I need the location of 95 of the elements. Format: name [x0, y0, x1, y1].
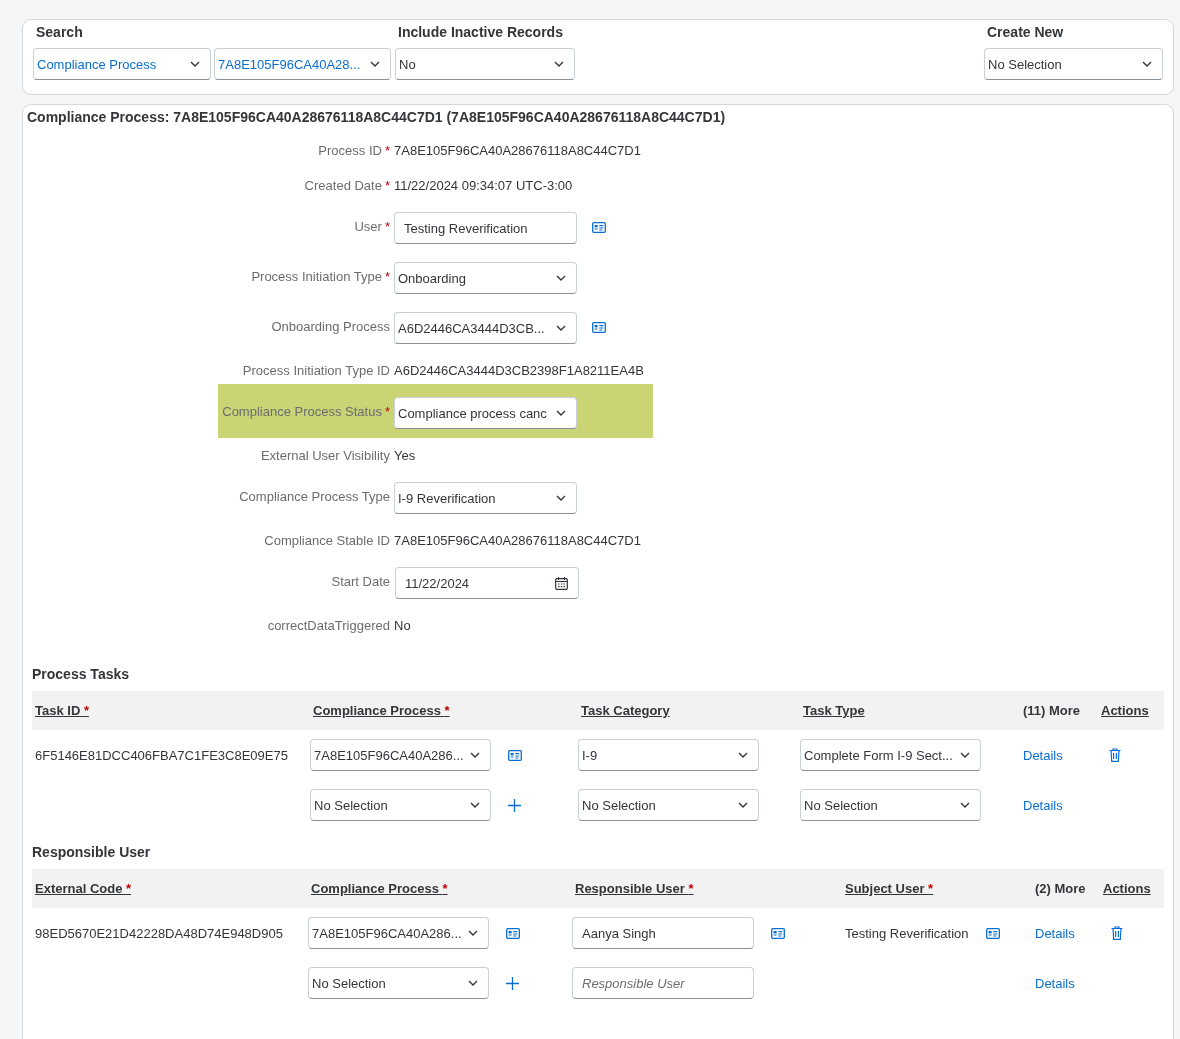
column-header[interactable]: Task ID * — [35, 703, 89, 718]
required-mark: * — [384, 178, 390, 193]
id-card-icon[interactable] — [508, 749, 522, 761]
trash-icon[interactable] — [1109, 748, 1121, 762]
table-cell: 98ED5670E21D42228DA48D74E948D905 — [35, 925, 283, 941]
chevron-down-icon — [554, 61, 564, 67]
plus-icon[interactable] — [508, 798, 521, 812]
field-value: A6D2446CA3444D3CB2398F1A8211EA4B — [394, 363, 644, 378]
text-field[interactable]: Aanya Singh — [572, 917, 754, 949]
chevron-down-icon — [468, 930, 478, 936]
chevron-down-icon — [468, 980, 478, 986]
chevron-down-icon — [470, 802, 480, 808]
section-title: Responsible User — [32, 844, 152, 860]
dropdown[interactable]: Compliance process canc — [394, 397, 577, 429]
dropdown[interactable]: I-9 Reverification — [394, 482, 577, 514]
column-header[interactable]: Responsible User * — [575, 881, 694, 896]
field-value: 7A8E105F96CA40A28676118A8C44C7D1 — [394, 533, 641, 548]
field-value: Yes — [394, 448, 416, 463]
id-card-icon[interactable] — [985, 927, 1000, 939]
field-label: Process ID — [318, 143, 382, 158]
dropdown[interactable]: No Selection — [800, 789, 981, 821]
calendar-icon[interactable] — [555, 576, 568, 590]
search-label: Search — [35, 24, 84, 41]
details-link[interactable]: Details — [1035, 925, 1075, 941]
chevron-down-icon — [960, 802, 970, 808]
details-link[interactable]: Details — [1023, 797, 1063, 813]
chevron-down-icon — [370, 61, 380, 67]
include-inactive-label: Include Inactive Records — [397, 24, 564, 41]
column-header[interactable]: Subject User * — [845, 881, 934, 896]
column-header[interactable]: Task Category — [581, 703, 670, 718]
id-card-icon[interactable] — [771, 927, 785, 939]
field-label: Compliance Stable ID — [264, 533, 390, 548]
field-label: Start Date — [331, 574, 390, 589]
chevron-down-icon — [738, 802, 748, 808]
field-value: 11/22/2024 09:34:07 UTC-3:00 — [394, 178, 573, 193]
details-link[interactable]: Details — [1035, 975, 1075, 991]
chevron-down-icon — [1142, 61, 1152, 67]
dropdown[interactable]: No — [395, 48, 575, 80]
create-new-label: Create New — [986, 24, 1065, 41]
dropdown[interactable]: I-9 — [578, 739, 759, 771]
chevron-down-icon — [960, 752, 970, 758]
field-label: External User Visibility — [260, 448, 390, 463]
column-header: (11) More — [1023, 703, 1081, 718]
chevron-down-icon — [556, 275, 566, 281]
dropdown[interactable]: 7A8E105F96CA40A286... — [308, 917, 489, 949]
plus-icon[interactable] — [506, 976, 519, 990]
required-mark: * — [384, 219, 390, 234]
section-title: Process Tasks — [32, 666, 131, 682]
field-label: Compliance Process Type — [239, 489, 390, 504]
column-header[interactable]: Actions — [1103, 881, 1151, 896]
text-field[interactable]: Responsible User — [572, 967, 754, 999]
field-label: Process Initiation Type ID — [242, 363, 390, 378]
dropdown[interactable]: A6D2446CA3444D3CB... — [394, 312, 577, 344]
dropdown[interactable]: No Selection — [310, 789, 491, 821]
column-header: (2) More — [1035, 881, 1086, 896]
id-card-icon[interactable] — [592, 322, 606, 333]
required-mark: * — [384, 269, 390, 284]
field-value: No — [394, 618, 411, 633]
details-link[interactable]: Details — [1023, 747, 1063, 763]
chevron-down-icon — [556, 410, 566, 416]
required-mark: * — [384, 404, 390, 419]
dropdown[interactable]: No Selection — [984, 48, 1163, 80]
text-field[interactable]: Testing Reverification — [394, 212, 577, 244]
dropdown[interactable]: 7A8E105F96CA40A286... — [310, 739, 491, 771]
field-label: Created Date — [304, 178, 382, 193]
column-header[interactable]: Task Type — [803, 703, 865, 718]
id-card-icon[interactable] — [592, 222, 606, 233]
trash-icon[interactable] — [1111, 926, 1123, 940]
chevron-down-icon — [556, 325, 566, 331]
dropdown[interactable]: Onboarding — [394, 262, 577, 294]
column-header[interactable]: Compliance Process * — [311, 881, 448, 896]
dropdown[interactable]: Complete Form I-9 Sect... — [800, 739, 981, 771]
field-label: Onboarding Process — [271, 319, 390, 334]
chevron-down-icon — [190, 61, 200, 67]
column-header[interactable]: External Code * — [35, 881, 132, 896]
field-label: Compliance Process Status — [222, 404, 382, 419]
field-value: 7A8E105F96CA40A28676118A8C44C7D1 — [394, 143, 641, 158]
chevron-down-icon — [556, 495, 566, 501]
table-cell: Testing Reverification — [845, 925, 969, 941]
chevron-down-icon — [738, 752, 748, 758]
date-field[interactable]: 11/22/2024 — [395, 567, 579, 599]
field-label: Process Initiation Type — [251, 269, 382, 284]
dropdown[interactable]: No Selection — [308, 967, 489, 999]
dropdown[interactable]: 7A8E105F96CA40A28... — [214, 48, 391, 80]
record-title: Compliance Process: 7A8E105F96CA40A28676118A8C44C7D1 (7A8E105F96CA40A28676118A8C44C7D1) — [27, 109, 727, 125]
id-card-icon[interactable] — [506, 927, 520, 939]
table-cell: 6F5146E81DCC406FBA7C1FE3C8E09E75 — [35, 747, 288, 763]
field-label: correctDataTriggered — [267, 618, 390, 633]
column-header[interactable]: Actions — [1101, 703, 1149, 718]
required-mark: * — [384, 143, 390, 158]
column-header[interactable]: Compliance Process * — [313, 703, 450, 718]
dropdown[interactable]: Compliance Process — [33, 48, 211, 80]
dropdown[interactable]: No Selection — [578, 789, 759, 821]
chevron-down-icon — [470, 752, 480, 758]
field-label: User — [354, 219, 382, 234]
